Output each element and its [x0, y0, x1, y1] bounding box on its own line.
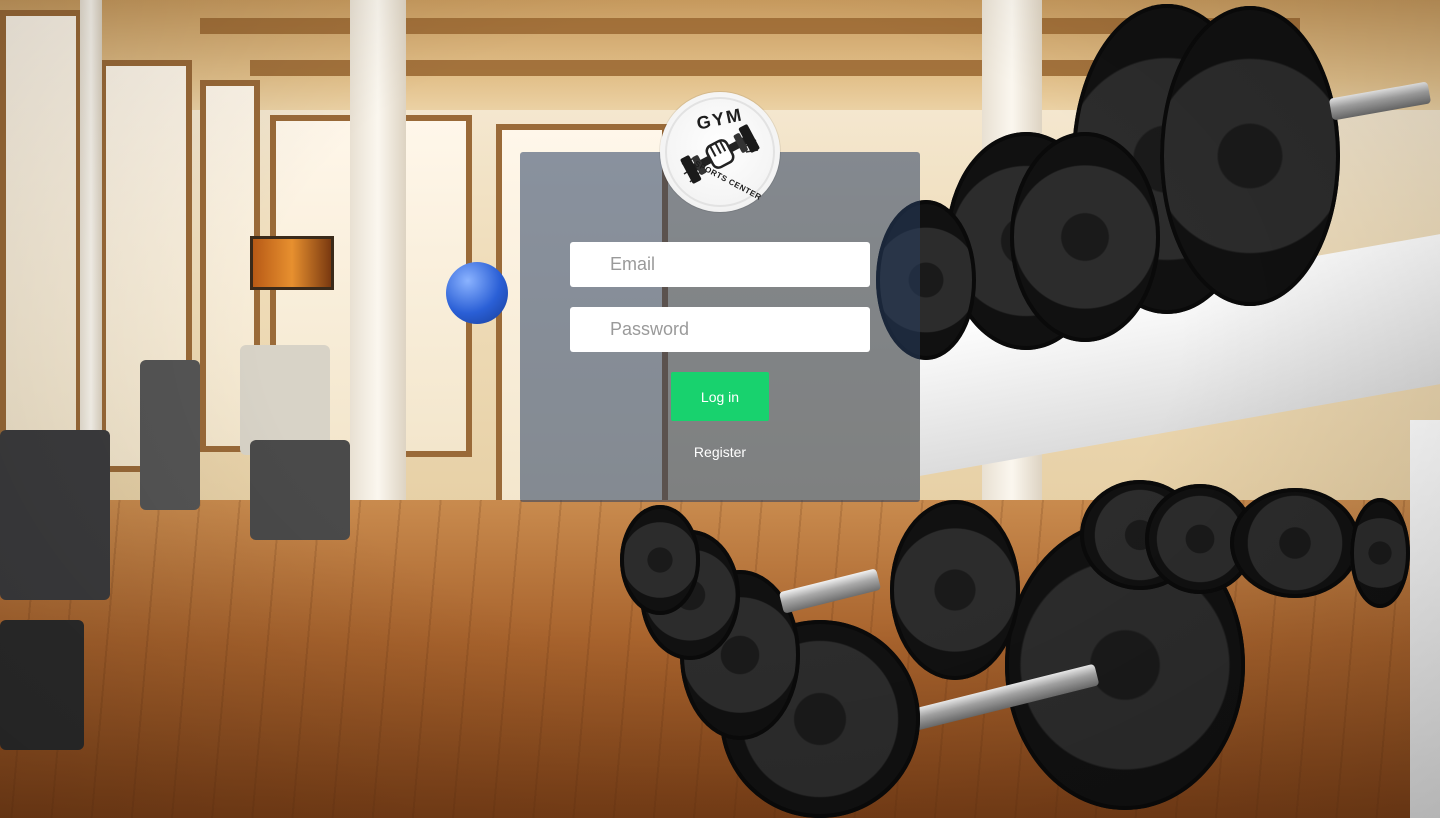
password-input[interactable] — [570, 307, 870, 352]
login-button[interactable]: Log in — [671, 372, 769, 421]
email-input[interactable] — [570, 242, 870, 287]
gym-logo: GYM SPORTS CENTER — [660, 92, 780, 212]
register-link[interactable]: Register — [670, 444, 770, 460]
login-page: GYM SPORTS CENTER Log in Register — [0, 0, 1440, 818]
